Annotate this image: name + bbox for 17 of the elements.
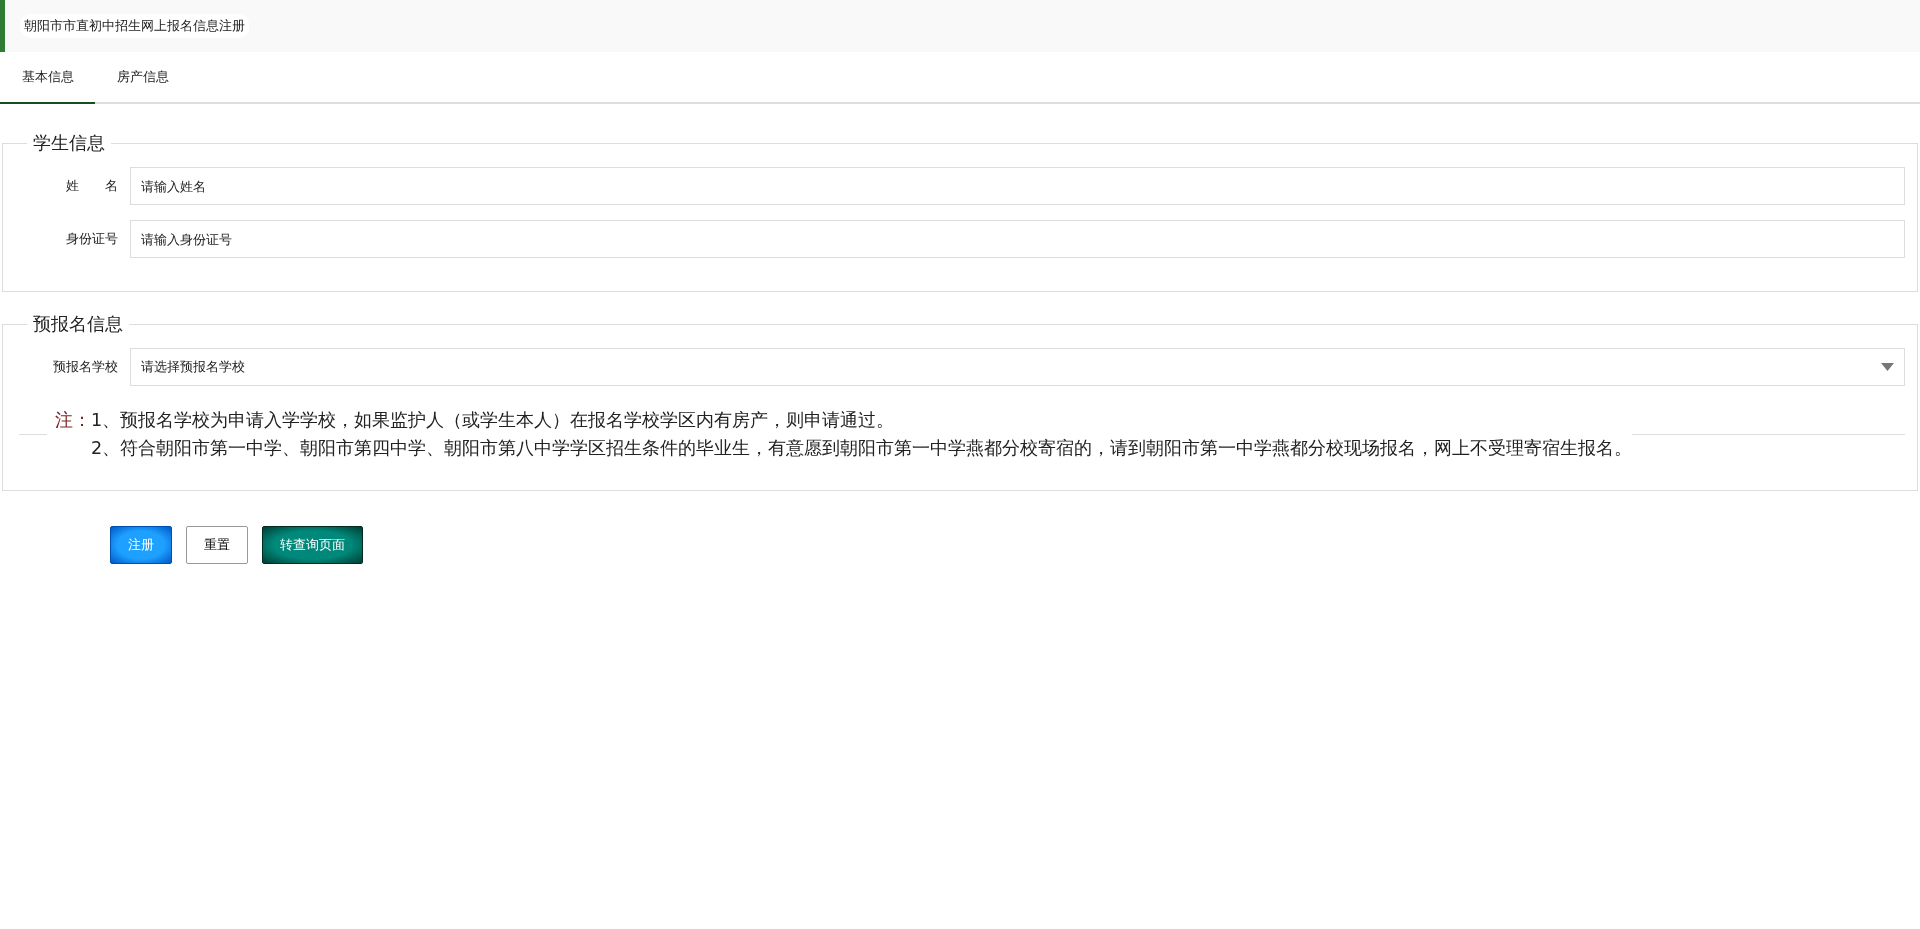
note-text: 1、预报名学校为申请入学学校，如果监护人（或学生本人）在报名学校学区内有房产，则申请通过。 — [91, 409, 896, 432]
caret-icon — [1881, 363, 1894, 371]
action-button[interactable]: 重置 — [186, 526, 248, 564]
action-button[interactable]: 转查询页面 — [262, 526, 363, 564]
field-label: 姓 名 — [65, 177, 119, 195]
note-text: 2、符合朝阳市第一中学、朝阳市第四中学、朝阳市第八中学学区招生条件的毕业生，有意愿到朝阳市第一中学燕都分校寄宿的，请到朝阳市第一中学燕都分校现场报名，网上不受理寄宿生报名。 — [91, 437, 1633, 460]
tab[interactable]: 基本信息 — [0, 53, 95, 104]
field-label: 预报名学校 — [52, 358, 119, 376]
school-dropdown[interactable]: 请选择预报名学校 — [130, 348, 1905, 386]
tab[interactable]: 房产信息 — [95, 53, 190, 104]
note-label: 注： — [55, 408, 91, 432]
section-title: 学生信息 — [32, 131, 106, 155]
section-title: 预报名信息 — [32, 312, 124, 336]
input-field[interactable]: 请输入姓名 — [130, 167, 1905, 205]
input-field[interactable]: 请输入身份证号 — [130, 220, 1905, 258]
page-title: 朝阳市市直初中招生网上报名信息注册 — [20, 14, 249, 38]
field-label: 身份证号 — [65, 230, 119, 248]
